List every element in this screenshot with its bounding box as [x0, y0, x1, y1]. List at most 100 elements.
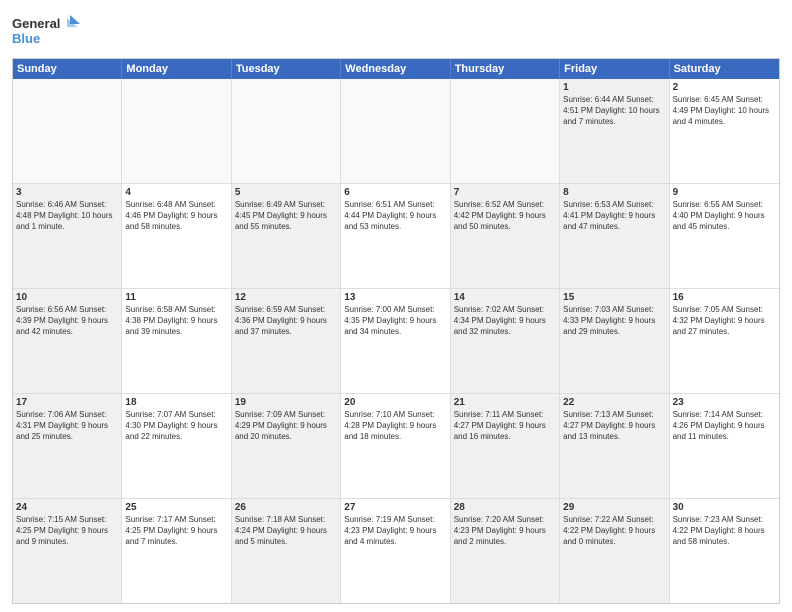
day-cell-18: 18Sunrise: 7:07 AM Sunset: 4:30 PM Dayli…	[122, 394, 231, 498]
day-number: 9	[673, 186, 776, 199]
day-number: 7	[454, 186, 556, 199]
day-info: Sunrise: 7:03 AM Sunset: 4:33 PM Dayligh…	[563, 305, 665, 337]
header-cell-tuesday: Tuesday	[232, 59, 341, 79]
day-info: Sunrise: 7:20 AM Sunset: 4:23 PM Dayligh…	[454, 515, 556, 547]
day-cell-28: 28Sunrise: 7:20 AM Sunset: 4:23 PM Dayli…	[451, 499, 560, 603]
day-info: Sunrise: 7:05 AM Sunset: 4:32 PM Dayligh…	[673, 305, 776, 337]
day-info: Sunrise: 7:09 AM Sunset: 4:29 PM Dayligh…	[235, 410, 337, 442]
day-number: 6	[344, 186, 446, 199]
day-info: Sunrise: 6:56 AM Sunset: 4:39 PM Dayligh…	[16, 305, 118, 337]
day-number: 27	[344, 501, 446, 514]
header-cell-monday: Monday	[122, 59, 231, 79]
day-info: Sunrise: 7:13 AM Sunset: 4:27 PM Dayligh…	[563, 410, 665, 442]
day-number: 11	[125, 291, 227, 304]
day-cell-13: 13Sunrise: 7:00 AM Sunset: 4:35 PM Dayli…	[341, 289, 450, 393]
day-number: 23	[673, 396, 776, 409]
day-cell-26: 26Sunrise: 7:18 AM Sunset: 4:24 PM Dayli…	[232, 499, 341, 603]
day-info: Sunrise: 6:58 AM Sunset: 4:38 PM Dayligh…	[125, 305, 227, 337]
day-number: 20	[344, 396, 446, 409]
day-cell-21: 21Sunrise: 7:11 AM Sunset: 4:27 PM Dayli…	[451, 394, 560, 498]
svg-text:General: General	[12, 16, 60, 31]
day-cell-27: 27Sunrise: 7:19 AM Sunset: 4:23 PM Dayli…	[341, 499, 450, 603]
day-info: Sunrise: 7:10 AM Sunset: 4:28 PM Dayligh…	[344, 410, 446, 442]
day-cell-1: 1Sunrise: 6:44 AM Sunset: 4:51 PM Daylig…	[560, 79, 669, 183]
day-info: Sunrise: 6:46 AM Sunset: 4:48 PM Dayligh…	[16, 200, 118, 232]
day-cell-6: 6Sunrise: 6:51 AM Sunset: 4:44 PM Daylig…	[341, 184, 450, 288]
day-cell-14: 14Sunrise: 7:02 AM Sunset: 4:34 PM Dayli…	[451, 289, 560, 393]
day-number: 19	[235, 396, 337, 409]
calendar-row-4: 24Sunrise: 7:15 AM Sunset: 4:25 PM Dayli…	[13, 499, 779, 603]
day-cell-15: 15Sunrise: 7:03 AM Sunset: 4:33 PM Dayli…	[560, 289, 669, 393]
day-number: 26	[235, 501, 337, 514]
day-info: Sunrise: 6:44 AM Sunset: 4:51 PM Dayligh…	[563, 95, 665, 127]
day-info: Sunrise: 7:18 AM Sunset: 4:24 PM Dayligh…	[235, 515, 337, 547]
day-cell-8: 8Sunrise: 6:53 AM Sunset: 4:41 PM Daylig…	[560, 184, 669, 288]
day-number: 25	[125, 501, 227, 514]
day-info: Sunrise: 6:59 AM Sunset: 4:36 PM Dayligh…	[235, 305, 337, 337]
day-number: 16	[673, 291, 776, 304]
svg-text:Blue: Blue	[12, 31, 40, 46]
day-info: Sunrise: 7:14 AM Sunset: 4:26 PM Dayligh…	[673, 410, 776, 442]
day-info: Sunrise: 7:02 AM Sunset: 4:34 PM Dayligh…	[454, 305, 556, 337]
header-cell-friday: Friday	[560, 59, 669, 79]
day-number: 8	[563, 186, 665, 199]
day-info: Sunrise: 6:49 AM Sunset: 4:45 PM Dayligh…	[235, 200, 337, 232]
day-cell-20: 20Sunrise: 7:10 AM Sunset: 4:28 PM Dayli…	[341, 394, 450, 498]
day-number: 15	[563, 291, 665, 304]
day-cell-23: 23Sunrise: 7:14 AM Sunset: 4:26 PM Dayli…	[670, 394, 779, 498]
empty-cell-0-3	[341, 79, 450, 183]
day-number: 18	[125, 396, 227, 409]
day-info: Sunrise: 6:55 AM Sunset: 4:40 PM Dayligh…	[673, 200, 776, 232]
day-cell-30: 30Sunrise: 7:23 AM Sunset: 4:22 PM Dayli…	[670, 499, 779, 603]
day-cell-29: 29Sunrise: 7:22 AM Sunset: 4:22 PM Dayli…	[560, 499, 669, 603]
day-number: 5	[235, 186, 337, 199]
day-info: Sunrise: 6:48 AM Sunset: 4:46 PM Dayligh…	[125, 200, 227, 232]
day-cell-7: 7Sunrise: 6:52 AM Sunset: 4:42 PM Daylig…	[451, 184, 560, 288]
day-cell-17: 17Sunrise: 7:06 AM Sunset: 4:31 PM Dayli…	[13, 394, 122, 498]
empty-cell-0-2	[232, 79, 341, 183]
empty-cell-0-4	[451, 79, 560, 183]
day-cell-16: 16Sunrise: 7:05 AM Sunset: 4:32 PM Dayli…	[670, 289, 779, 393]
day-info: Sunrise: 7:19 AM Sunset: 4:23 PM Dayligh…	[344, 515, 446, 547]
day-number: 1	[563, 81, 665, 94]
empty-cell-0-0	[13, 79, 122, 183]
day-info: Sunrise: 7:17 AM Sunset: 4:25 PM Dayligh…	[125, 515, 227, 547]
day-info: Sunrise: 6:52 AM Sunset: 4:42 PM Dayligh…	[454, 200, 556, 232]
day-number: 12	[235, 291, 337, 304]
day-number: 2	[673, 81, 776, 94]
day-cell-24: 24Sunrise: 7:15 AM Sunset: 4:25 PM Dayli…	[13, 499, 122, 603]
day-number: 22	[563, 396, 665, 409]
empty-cell-0-1	[122, 79, 231, 183]
day-cell-22: 22Sunrise: 7:13 AM Sunset: 4:27 PM Dayli…	[560, 394, 669, 498]
day-info: Sunrise: 6:45 AM Sunset: 4:49 PM Dayligh…	[673, 95, 776, 127]
day-cell-19: 19Sunrise: 7:09 AM Sunset: 4:29 PM Dayli…	[232, 394, 341, 498]
header-cell-thursday: Thursday	[451, 59, 560, 79]
day-number: 28	[454, 501, 556, 514]
day-cell-9: 9Sunrise: 6:55 AM Sunset: 4:40 PM Daylig…	[670, 184, 779, 288]
header-cell-wednesday: Wednesday	[341, 59, 450, 79]
day-number: 14	[454, 291, 556, 304]
day-info: Sunrise: 7:22 AM Sunset: 4:22 PM Dayligh…	[563, 515, 665, 547]
day-info: Sunrise: 7:11 AM Sunset: 4:27 PM Dayligh…	[454, 410, 556, 442]
day-number: 21	[454, 396, 556, 409]
day-cell-3: 3Sunrise: 6:46 AM Sunset: 4:48 PM Daylig…	[13, 184, 122, 288]
day-cell-4: 4Sunrise: 6:48 AM Sunset: 4:46 PM Daylig…	[122, 184, 231, 288]
header-cell-sunday: Sunday	[13, 59, 122, 79]
logo: General Blue	[12, 10, 82, 50]
day-number: 29	[563, 501, 665, 514]
day-number: 13	[344, 291, 446, 304]
calendar: SundayMondayTuesdayWednesdayThursdayFrid…	[12, 58, 780, 604]
day-number: 4	[125, 186, 227, 199]
logo-svg: General Blue	[12, 10, 82, 50]
day-cell-11: 11Sunrise: 6:58 AM Sunset: 4:38 PM Dayli…	[122, 289, 231, 393]
day-cell-5: 5Sunrise: 6:49 AM Sunset: 4:45 PM Daylig…	[232, 184, 341, 288]
calendar-header-row: SundayMondayTuesdayWednesdayThursdayFrid…	[13, 59, 779, 79]
day-info: Sunrise: 7:00 AM Sunset: 4:35 PM Dayligh…	[344, 305, 446, 337]
day-number: 17	[16, 396, 118, 409]
header-cell-saturday: Saturday	[670, 59, 779, 79]
calendar-row-3: 17Sunrise: 7:06 AM Sunset: 4:31 PM Dayli…	[13, 394, 779, 499]
day-cell-2: 2Sunrise: 6:45 AM Sunset: 4:49 PM Daylig…	[670, 79, 779, 183]
calendar-row-1: 3Sunrise: 6:46 AM Sunset: 4:48 PM Daylig…	[13, 184, 779, 289]
day-number: 24	[16, 501, 118, 514]
calendar-row-2: 10Sunrise: 6:56 AM Sunset: 4:39 PM Dayli…	[13, 289, 779, 394]
